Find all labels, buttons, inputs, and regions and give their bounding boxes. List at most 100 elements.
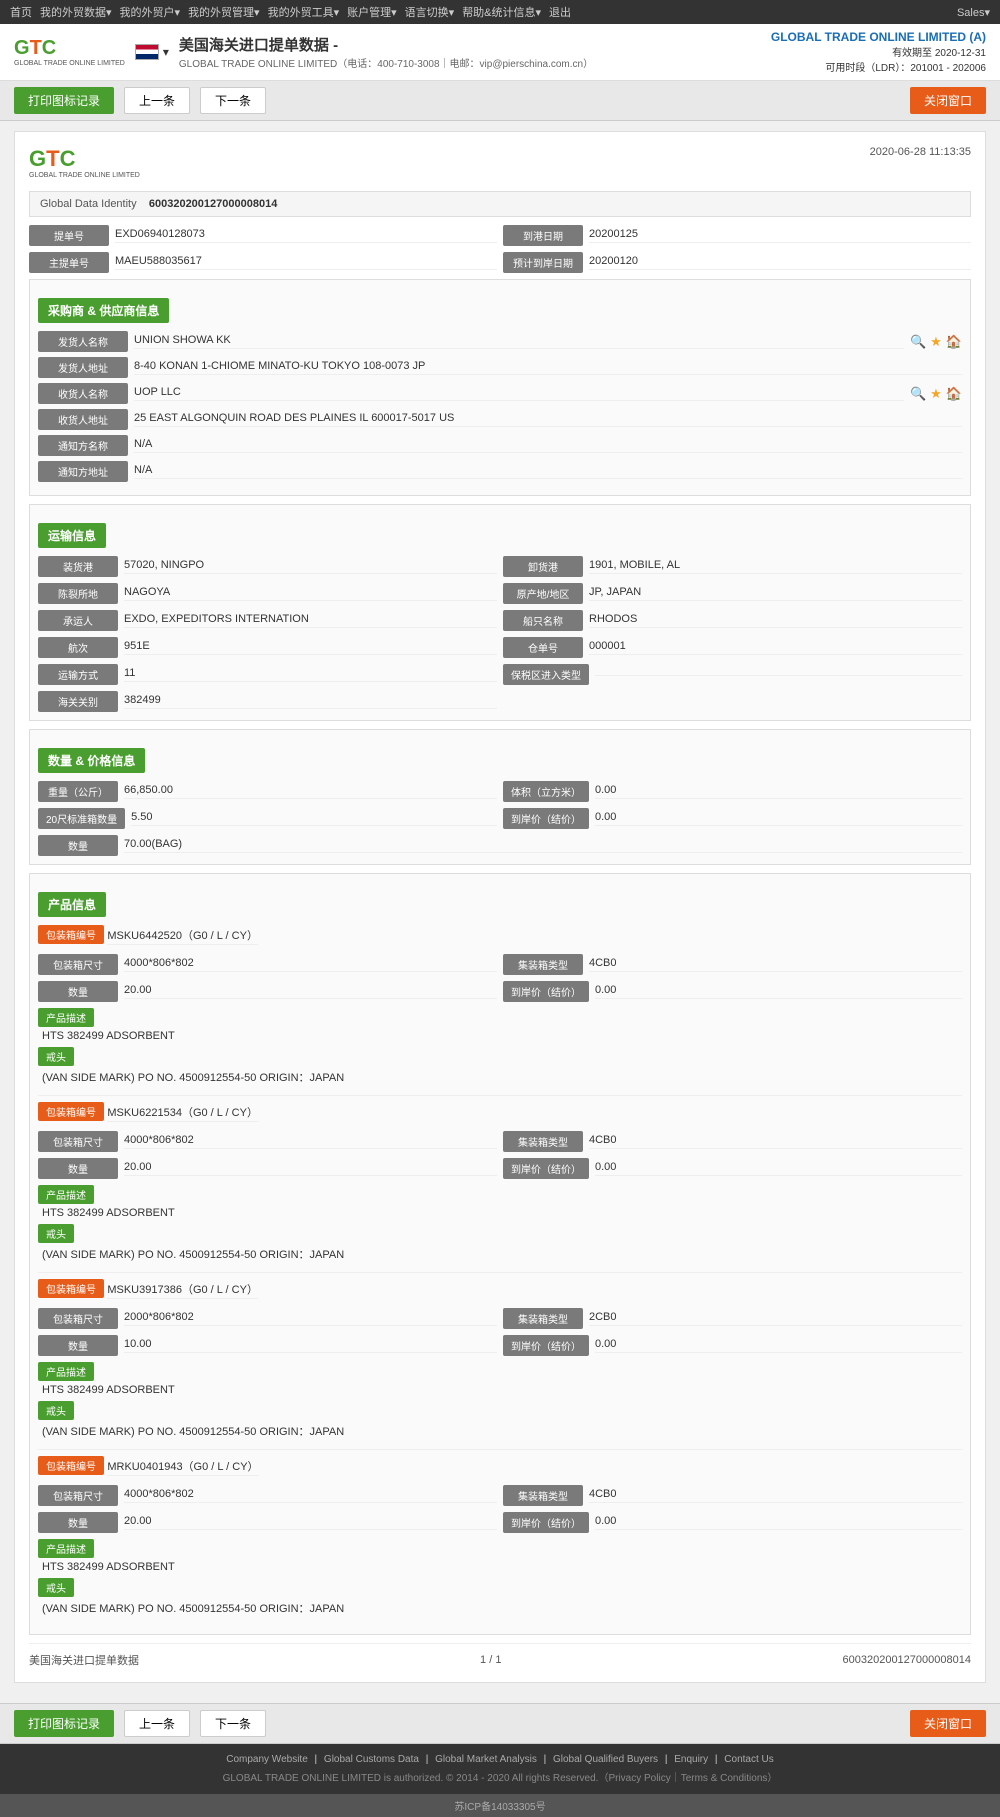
p1-price-value: 0.00 <box>595 1161 962 1176</box>
p1-size-row: 包装箱尺寸 4000*806*802 <box>38 1131 497 1152</box>
p1-price-label: 到岸价（结价） <box>503 1158 589 1179</box>
card-footer-right: 600320200127000008014 <box>843 1654 971 1666</box>
p2-size-value: 2000*806*802 <box>124 1311 497 1326</box>
quota-range: 可用时段（LDR）：201001 - 202006 <box>771 59 986 74</box>
search-icon[interactable]: 🔍 <box>910 334 926 350</box>
vessel-value: RHODOS <box>589 613 962 628</box>
notify-addr-value: N/A <box>134 464 962 479</box>
footer-link-contact[interactable]: Contact Us <box>724 1754 773 1765</box>
nav-account[interactable]: 账户管理▾ <box>347 4 397 20</box>
vessel-row: 船只名称 RHODOS <box>503 610 962 631</box>
prev-button[interactable]: 上一条 <box>124 87 190 114</box>
consignee-home-icon[interactable]: 🏠 <box>946 386 962 402</box>
nav-clients[interactable]: 我的外贸户▾ <box>120 4 181 20</box>
top-navigation: 首页 我的外贸数据▾ 我的外贸户▾ 我的外贸管理▾ 我的外贸工具▾ 账户管理▾ … <box>0 0 1000 24</box>
notify-addr-label: 通知方地址 <box>38 461 128 482</box>
print-button[interactable]: 打印图标记录 <box>14 87 114 114</box>
product-grid-3: 包装箱尺寸 4000*806*802 集装箱类型 4CB0 数量 20.00 到… <box>38 1485 962 1533</box>
p1-mark-label: 戒头 <box>38 1224 74 1243</box>
p0-mark-label: 戒头 <box>38 1047 74 1066</box>
nav-lang[interactable]: 语言切换▾ <box>405 4 455 20</box>
bill-no-value: EXD06940128073 <box>115 228 497 243</box>
close-button[interactable]: 关闭窗口 <box>910 87 986 114</box>
quantity-value: 70.00(BAG) <box>124 838 962 853</box>
customs-zone-value <box>595 673 962 676</box>
footer-link-market[interactable]: Global Market Analysis <box>435 1754 537 1765</box>
p0-price-label: 到岸价（结价） <box>503 981 589 1002</box>
p2-price-value: 0.00 <box>595 1338 962 1353</box>
main-content: GTC GLOBAL TRADE ONLINE LIMITED 2020-06-… <box>0 121 1000 1703</box>
p0-qty-label: 数量 <box>38 981 118 1002</box>
consignee-star-icon[interactable]: ★ <box>930 386 942 402</box>
footer-link-customs[interactable]: Global Customs Data <box>324 1754 419 1765</box>
transport-section: 运输信息 装货港 57020, NINGPO 卸货港 1901, MOBILE,… <box>29 504 971 721</box>
product-grid-1: 包装箱尺寸 4000*806*802 集装箱类型 4CB0 数量 20.00 到… <box>38 1131 962 1179</box>
unit-price-label: 到岸价（结价） <box>503 808 589 829</box>
volume-value: 0.00 <box>595 784 962 799</box>
star-icon[interactable]: ★ <box>930 334 942 350</box>
next-button[interactable]: 下一条 <box>200 87 266 114</box>
nav-home[interactable]: 首页 <box>10 4 32 20</box>
product-section: 产品信息 包装箱编号 MSKU6442520（G0 / L / CY） 包装箱尺… <box>29 873 971 1635</box>
delivery-place-value: NAGOYA <box>124 586 497 601</box>
est-arrival-value: 20200120 <box>589 255 971 270</box>
customs-no-label: 海关关别 <box>38 691 118 712</box>
p3-mark-value: (VAN SIDE MARK) PO NO. 4500912554-50 ORI… <box>38 1600 962 1616</box>
consignee-label: 收货人名称 <box>38 383 128 404</box>
bottom-next-button[interactable]: 下一条 <box>200 1710 266 1737</box>
footer-link-company[interactable]: Company Website <box>226 1754 308 1765</box>
consignee-value: UOP LLC <box>134 386 904 401</box>
container-no-label-3: 包装箱编号 <box>38 1456 104 1475</box>
p0-qty-value: 20.00 <box>124 984 497 999</box>
brand-name: GLOBAL TRADE ONLINE LIMITED (A) <box>771 30 986 44</box>
carrier-row: 承运人 EXDO, EXPEDITORS INTERNATION <box>38 610 497 631</box>
nav-mgmt[interactable]: 我的外贸管理▾ <box>188 4 260 20</box>
main-bill-value: MAEU588035617 <box>115 255 497 270</box>
numbers-section: 数量 & 价格信息 重量（公斤） 66,850.00 体积（立方米） 0.00 … <box>29 729 971 865</box>
nav-help[interactable]: 帮助&统计信息▾ <box>462 4 541 20</box>
page-subtitle: GLOBAL TRADE ONLINE LIMITED（电话：400-710-3… <box>179 55 593 70</box>
notify-value: N/A <box>134 438 962 453</box>
notify-name-row: 通知方名称 N/A <box>38 435 962 456</box>
p3-type-row: 集装箱类型 4CB0 <box>503 1485 962 1506</box>
p3-size-row: 包装箱尺寸 4000*806*802 <box>38 1485 497 1506</box>
bottom-print-button[interactable]: 打印图标记录 <box>14 1710 114 1737</box>
card-logo: GTC GLOBAL TRADE ONLINE LIMITED <box>29 146 140 179</box>
bottom-close-button[interactable]: 关闭窗口 <box>910 1710 986 1737</box>
consignee-search-icon[interactable]: 🔍 <box>910 386 926 402</box>
flag-selector[interactable]: ▾ <box>135 44 169 60</box>
logo-sub: GLOBAL TRADE ONLINE LIMITED <box>14 60 125 67</box>
us-flag-icon <box>135 44 159 60</box>
quantity-label: 数量 <box>38 835 118 856</box>
gdi-value: 600320200127000008014 <box>149 198 277 210</box>
std20-row: 20尺标准箱数量 5.50 <box>38 808 497 829</box>
bol-label: 仓单号 <box>503 637 583 658</box>
p3-price-label: 到岸价（结价） <box>503 1512 589 1533</box>
home-icon[interactable]: 🏠 <box>946 334 962 350</box>
footer-link-buyers[interactable]: Global Qualified Buyers <box>553 1754 658 1765</box>
nav-export-data[interactable]: 我的外贸数据▾ <box>40 4 112 20</box>
p1-price-row: 到岸价（结价） 0.00 <box>503 1158 962 1179</box>
discharge-port-value: 1901, MOBILE, AL <box>589 559 962 574</box>
footer-link-enquiry[interactable]: Enquiry <box>674 1754 708 1765</box>
volume-row: 体积（立方米） 0.00 <box>503 781 962 802</box>
notify-addr-row: 通知方地址 N/A <box>38 461 962 482</box>
notify-label: 通知方名称 <box>38 435 128 456</box>
container-no-value-2: MSKU3917386（G0 / L / CY） <box>107 1284 258 1299</box>
container-no-value-1: MSKU6221534（G0 / L / CY） <box>107 1107 258 1122</box>
nav-tools[interactable]: 我的外贸工具▾ <box>268 4 340 20</box>
bottom-prev-button[interactable]: 上一条 <box>124 1710 190 1737</box>
site-footer: Company Website | Global Customs Data | … <box>0 1744 1000 1794</box>
main-bill-label: 主提单号 <box>29 252 109 273</box>
p1-type-label: 集装箱类型 <box>503 1131 583 1152</box>
unit-price-row: 到岸价（结价） 0.00 <box>503 808 962 829</box>
flag-arrow: ▾ <box>163 45 169 59</box>
footer-links: Company Website | Global Customs Data | … <box>10 1754 990 1765</box>
expiry-date: 有效期至 2020-12-31 <box>771 44 986 59</box>
p2-desc-value: HTS 382499 ADSORBENT <box>38 1384 962 1396</box>
nav-logout[interactable]: 退出 <box>549 4 571 20</box>
page-header: GTC GLOBAL TRADE ONLINE LIMITED ▾ 美国海关进口… <box>0 24 1000 81</box>
footer-copyright: GLOBAL TRADE ONLINE LIMITED is authorize… <box>10 1769 990 1784</box>
nav-sales[interactable]: Sales▾ <box>957 6 990 19</box>
p3-qty-row: 数量 20.00 <box>38 1512 497 1533</box>
